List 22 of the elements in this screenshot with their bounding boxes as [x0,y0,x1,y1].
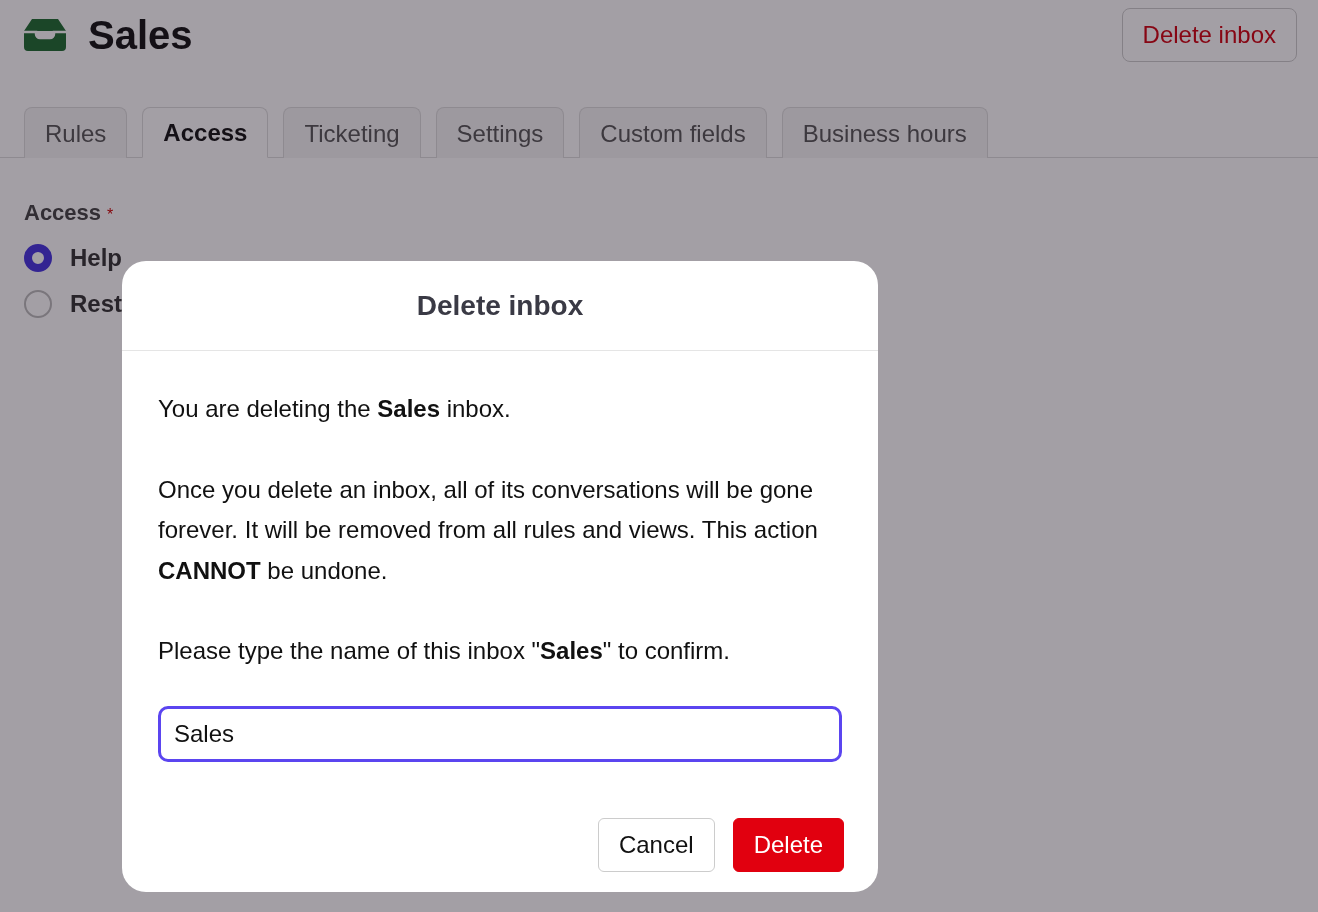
field-label: Access [24,200,102,225]
delete-button[interactable]: Delete [732,817,844,872]
tab[interactable]: Access [142,107,269,158]
page-title: Sales [88,12,193,58]
dialog-text: Please type the name of this inbox "Sales" to confirm. [158,636,731,666]
dialog-text: You are deleting the Sales inbox. [158,394,512,424]
inbox-icon [24,19,66,51]
option-label: Rest [70,290,123,318]
radio-button[interactable] [24,290,52,318]
delete-inbox-button[interactable]: Delete inbox [1121,8,1297,62]
tab[interactable]: Custom fields [579,107,767,158]
option-label: Help [70,244,122,272]
tab[interactable]: Ticketing [283,107,421,158]
cancel-button[interactable]: Cancel [597,817,715,872]
dialog-title: Delete inbox [122,261,878,351]
tab[interactable]: Business hours [781,107,988,158]
required-mark: * [107,206,114,223]
tab[interactable]: Rules [24,107,128,158]
tab[interactable]: Settings [435,107,565,158]
radio-button[interactable] [24,244,52,272]
confirm-name-field[interactable]: Sales [158,705,842,762]
dialog-text: Once you delete an inbox, all of its conversations will be gone forever. It will be removed from all rules and views. This action CANNOT be undone. [158,474,819,586]
